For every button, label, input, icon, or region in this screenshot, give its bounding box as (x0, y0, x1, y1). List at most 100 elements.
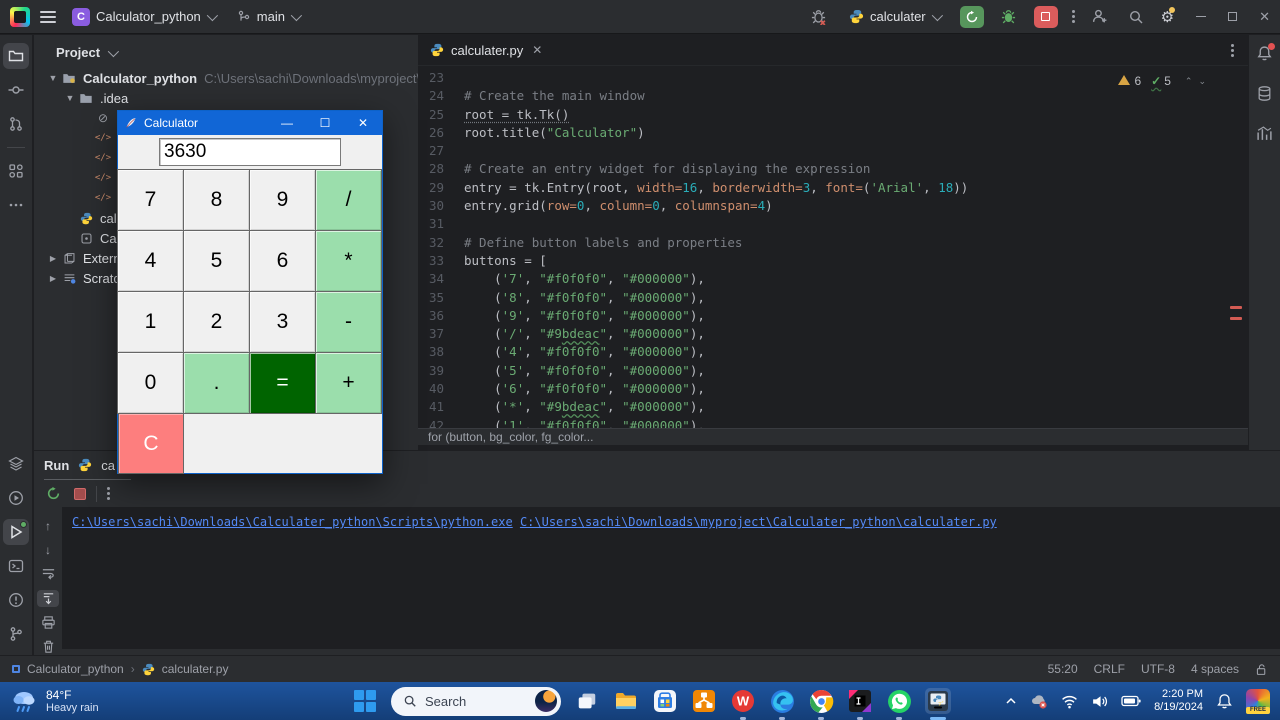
rerun-icon[interactable] (42, 483, 64, 505)
calc-button-.[interactable]: . (183, 352, 250, 414)
error-stripe-mark[interactable] (1230, 306, 1242, 309)
pycharm-taskbar-button[interactable] (925, 688, 951, 714)
chrome-button[interactable] (808, 688, 834, 714)
tab-close-icon[interactable]: ✕ (532, 43, 542, 57)
free-app-tray-icon[interactable]: FREE (1246, 689, 1270, 713)
breadcrumb-file[interactable]: calculater.py (162, 662, 229, 676)
print-icon[interactable] (37, 614, 59, 631)
calc-button-2[interactable]: 2 (183, 291, 250, 353)
wifi-icon[interactable] (1061, 693, 1078, 710)
calc-button-9[interactable]: 9 (249, 169, 316, 231)
breadcrumb-project[interactable]: Calculator_python (27, 662, 124, 676)
calc-button--[interactable]: - (315, 291, 382, 353)
calculator-titlebar[interactable]: Calculator — ☐ ✕ (118, 111, 382, 135)
line-separator[interactable]: CRLF (1094, 662, 1125, 676)
scroll-to-end-icon[interactable] (37, 590, 59, 607)
debugger-disabled-icon[interactable] (807, 6, 829, 28)
calc-button-clear[interactable]: C (118, 413, 184, 474)
console-options-icon[interactable] (107, 487, 110, 500)
calc-close-button[interactable]: ✕ (344, 111, 382, 135)
calc-button-8[interactable]: 8 (183, 169, 250, 231)
sidebar-item-structure[interactable] (3, 158, 29, 184)
sticky-context-line[interactable]: for (button, bg_color, fg_color... (418, 428, 1248, 445)
calc-button-6[interactable]: 6 (249, 230, 316, 292)
stop-icon[interactable] (74, 488, 86, 500)
stop-button[interactable] (1034, 6, 1058, 28)
taskbar-weather-widget[interactable]: 84°F Heavy rain (0, 687, 99, 715)
tree-chevron-icon[interactable]: ▼ (63, 93, 77, 103)
clear-console-trash-icon[interactable] (37, 638, 59, 655)
code-with-me-icon[interactable] (1089, 6, 1111, 28)
taskbar-search-box[interactable]: Search (391, 687, 561, 716)
tray-chevron-icon[interactable] (1005, 695, 1017, 707)
notification-bell-icon[interactable] (1216, 693, 1233, 710)
window-restore-button[interactable] (1228, 12, 1237, 21)
microsoft-store-button[interactable] (652, 688, 678, 714)
prev-next-problem-icons[interactable]: ⌃⌄ (1185, 72, 1212, 90)
sidebar-item-run[interactable] (3, 519, 29, 545)
unlocked-icon[interactable] (1255, 663, 1268, 676)
code-editor[interactable]: 6 ✓5 ⌃⌄ 2324# Create the main window25ro… (418, 66, 1248, 428)
wps-office-button[interactable]: W (730, 688, 756, 714)
caret-position[interactable]: 55:20 (1048, 662, 1078, 676)
console-path-link[interactable]: C:\Users\sachi\Downloads\myproject\Calcu… (520, 515, 997, 529)
file-encoding[interactable]: UTF-8 (1141, 662, 1175, 676)
task-view-button[interactable] (574, 688, 600, 714)
battery-icon[interactable] (1121, 694, 1141, 708)
calc-button-1[interactable]: 1 (117, 291, 184, 353)
inspections-widget[interactable]: 6 ✓5 ⌃⌄ (1118, 72, 1212, 90)
sidebar-item-project[interactable] (3, 43, 29, 69)
debug-button[interactable] (998, 6, 1020, 28)
console-path-link[interactable]: C:\Users\sachi\Downloads\Calculater_pyth… (72, 515, 513, 529)
calc-button-=[interactable]: = (249, 352, 316, 414)
calc-button-0[interactable]: 0 (117, 352, 184, 414)
search-everywhere-icon[interactable] (1125, 6, 1147, 28)
sidebar-item-terminal[interactable] (3, 553, 29, 579)
calc-button-4[interactable]: 4 (117, 230, 184, 292)
tree-row[interactable]: ▼.idea (34, 88, 418, 108)
more-actions-icon[interactable] (1072, 10, 1075, 23)
main-menu-icon[interactable] (40, 11, 56, 23)
run-configuration-selector[interactable]: calculater (843, 6, 946, 27)
soft-wrap-icon[interactable] (37, 565, 59, 582)
tray-clock[interactable]: 2:20 PM 8/19/2024 (1154, 688, 1203, 714)
volume-icon[interactable] (1091, 693, 1108, 710)
sidebar-item-commit[interactable] (3, 77, 29, 103)
drawio-button[interactable] (691, 688, 717, 714)
whatsapp-button[interactable] (886, 688, 912, 714)
calc-button-+[interactable]: + (315, 352, 382, 414)
window-minimize-button[interactable] (1196, 16, 1206, 18)
tab-options-icon[interactable] (1231, 44, 1248, 57)
sidebar-item-pull-requests[interactable] (3, 111, 29, 137)
window-close-button[interactable]: ✕ (1259, 10, 1270, 23)
sidebar-item-version-control[interactable] (3, 621, 29, 647)
sidebar-item-services[interactable] (3, 451, 29, 477)
ai-assistant-chart-icon[interactable] (1256, 125, 1273, 147)
tree-row[interactable]: ▼Calculator_pythonC:\Users\sachi\Downloa… (34, 68, 418, 88)
sidebar-item-more[interactable] (3, 192, 29, 218)
tray-status-icon[interactable] (1030, 692, 1048, 710)
sidebar-item-problems[interactable] (3, 587, 29, 613)
calculator-display[interactable]: 3630 (159, 138, 341, 166)
settings-gear-icon[interactable]: ⚙ (1161, 8, 1174, 26)
rerun-button[interactable] (960, 6, 984, 28)
jump-down-icon[interactable]: ↓ (37, 541, 59, 558)
tree-chevron-icon[interactable]: ▼ (46, 73, 60, 83)
edge-button[interactable] (769, 688, 795, 714)
branch-widget[interactable]: main (231, 6, 305, 27)
chevron-down-icon[interactable] (108, 45, 119, 56)
calc-maximize-button[interactable]: ☐ (306, 111, 344, 135)
calc-button-3[interactable]: 3 (249, 291, 316, 353)
calc-button-7[interactable]: 7 (117, 169, 184, 231)
calc-button-*[interactable]: * (315, 230, 382, 292)
tree-chevron-icon[interactable]: ▶ (46, 274, 60, 283)
notifications-bell-icon[interactable] (1256, 45, 1273, 67)
indent-style[interactable]: 4 spaces (1191, 662, 1239, 676)
start-button[interactable] (352, 688, 378, 714)
intellij-button[interactable] (847, 688, 873, 714)
tree-chevron-icon[interactable]: ▶ (46, 254, 60, 263)
calc-minimize-button[interactable]: — (268, 111, 306, 135)
project-widget[interactable]: C Calculator_python (66, 5, 221, 29)
tab-calculater-py[interactable]: calculater.py ✕ (418, 35, 552, 65)
search-highlight-image[interactable] (535, 690, 557, 712)
